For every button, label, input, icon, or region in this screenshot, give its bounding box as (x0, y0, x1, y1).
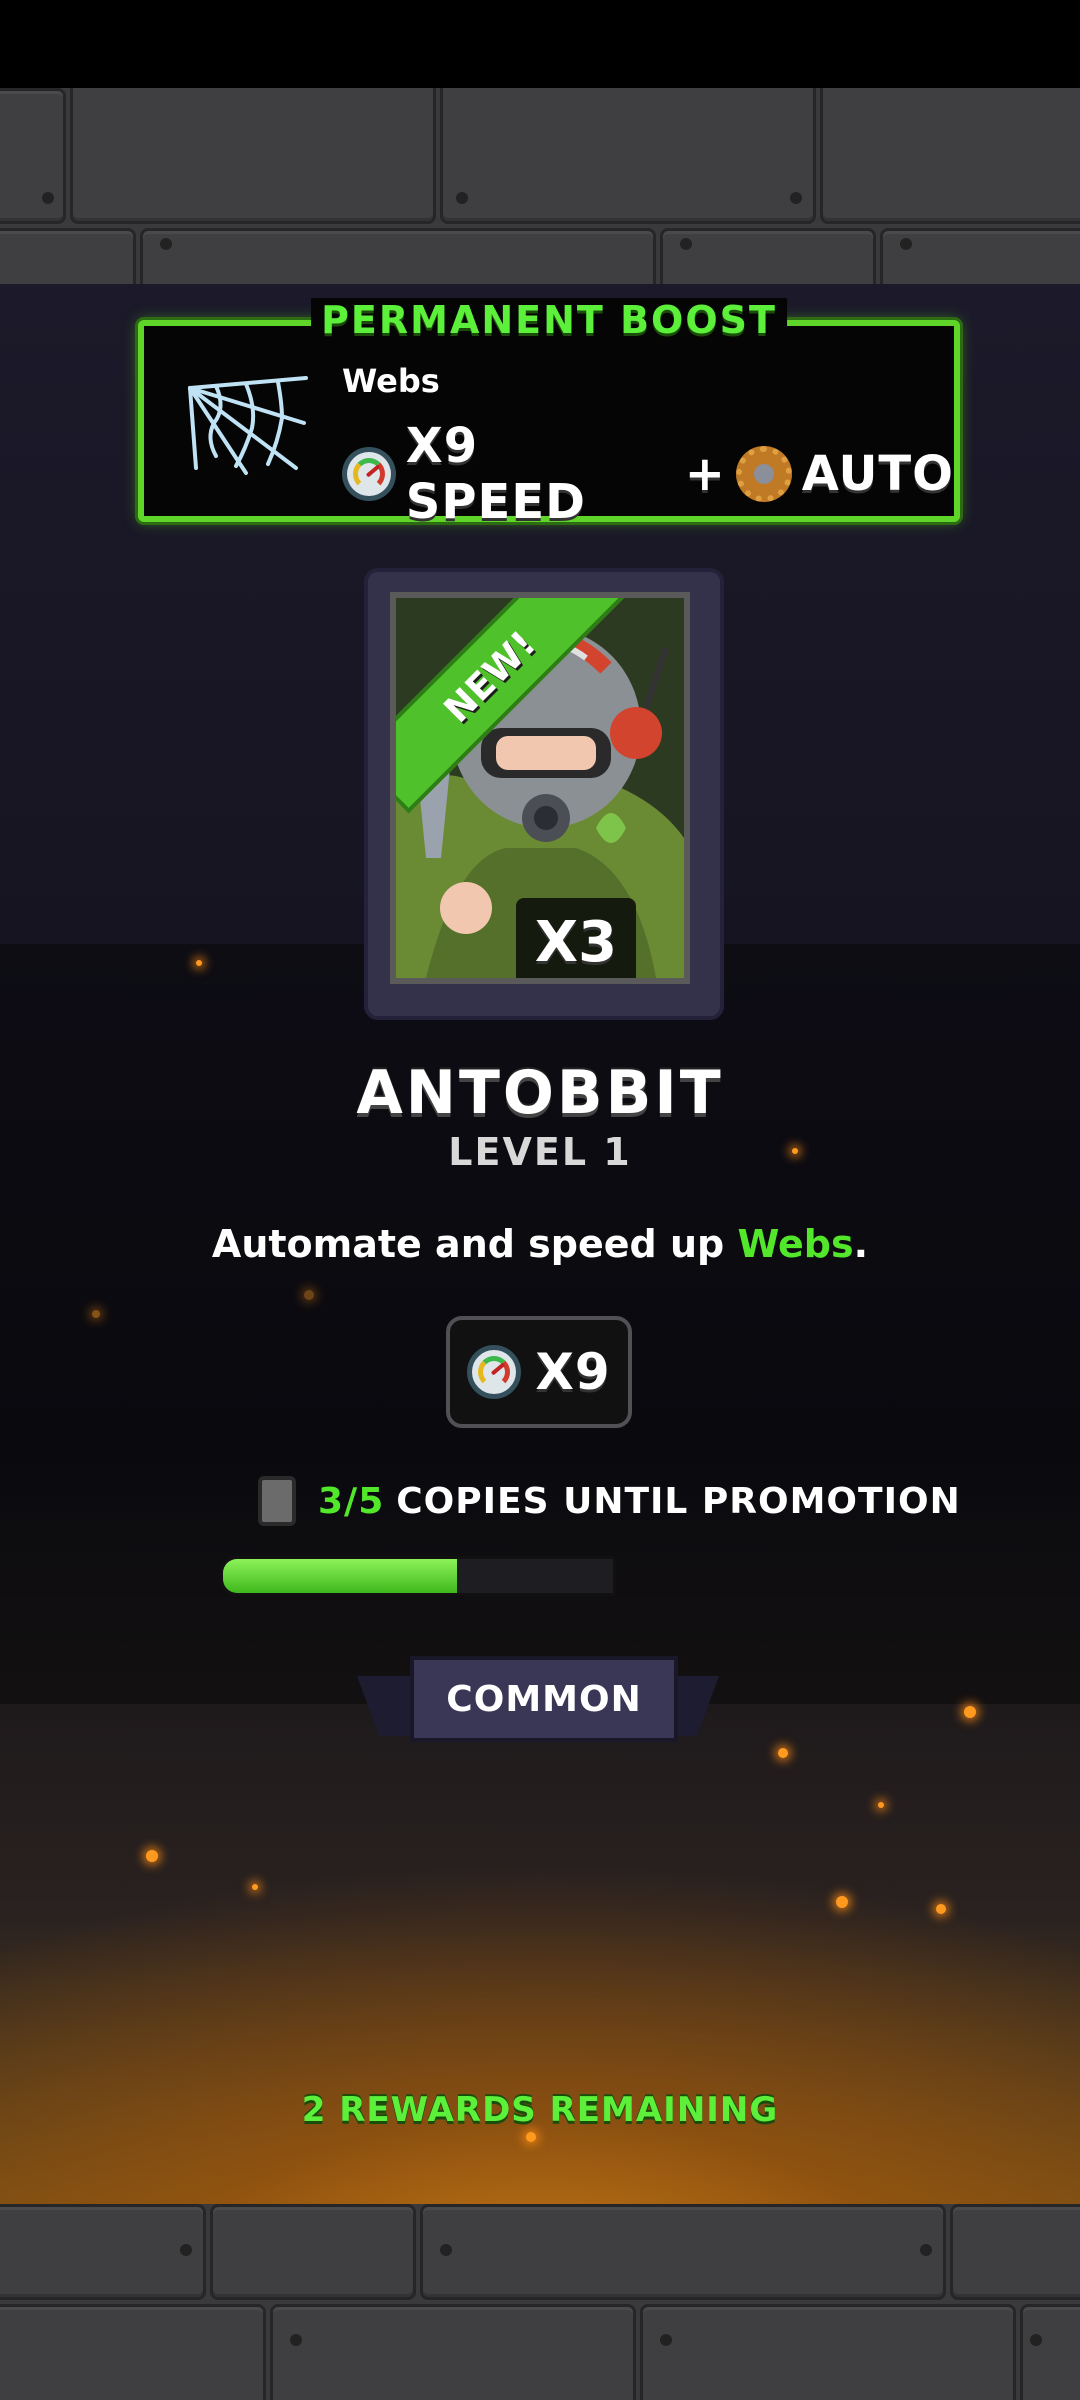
auto-label: AUTO (801, 446, 954, 502)
web-icon (188, 376, 308, 475)
card-count: X3 (516, 898, 636, 978)
automation-cog-icon (736, 446, 792, 502)
speed-badge-label: X9 (535, 1343, 611, 1401)
rarity-banner: COMMON (357, 1656, 719, 1742)
hero-level: LEVEL 1 (448, 1130, 632, 1174)
description-prefix: Automate and speed up (211, 1222, 738, 1266)
promotion-progress-bar (220, 1556, 616, 1596)
description-highlight: Webs (737, 1222, 854, 1266)
speedometer-icon (342, 447, 396, 501)
speed-badge: X9 (446, 1316, 632, 1428)
permanent-boost-banner: PERMANENT BOOST Webs X9 SPEED + AUTO (138, 298, 960, 530)
stone-wall-top (0, 88, 1080, 284)
boost-effects: X9 SPEED + AUTO (342, 418, 954, 530)
status-bar (0, 0, 1080, 88)
hero-card[interactable]: NEW! X3 (364, 568, 724, 1020)
rewards-remaining: 2 REWARDS REMAINING (301, 2090, 779, 2130)
promotion-text: 3/5 COPIES UNTIL PROMOTION (318, 1481, 961, 1522)
promotion-status: 3/5 COPIES UNTIL PROMOTION (258, 1476, 961, 1526)
stone-wall-bottom (0, 2204, 1080, 2400)
hero-card-art-frame: NEW! X3 (390, 592, 690, 984)
boost-subject: Webs (342, 362, 440, 400)
promotion-progress-fill (223, 1559, 457, 1593)
boost-title: PERMANENT BOOST (311, 298, 787, 342)
hero-name: ANTOBBIT (356, 1058, 724, 1128)
promotion-label: COPIES UNTIL PROMOTION (396, 1480, 961, 1522)
rarity-label: COMMON (410, 1656, 678, 1742)
speedometer-icon (467, 1345, 522, 1399)
copies-count: 3/5 (318, 1480, 385, 1522)
description-suffix: . (853, 1222, 869, 1266)
speed-multiplier-label: X9 SPEED (405, 418, 586, 530)
hero-description: Automate and speed up Webs. (0, 1222, 1080, 1266)
card-copy-icon (258, 1476, 296, 1526)
plus-sign: + (684, 446, 726, 502)
